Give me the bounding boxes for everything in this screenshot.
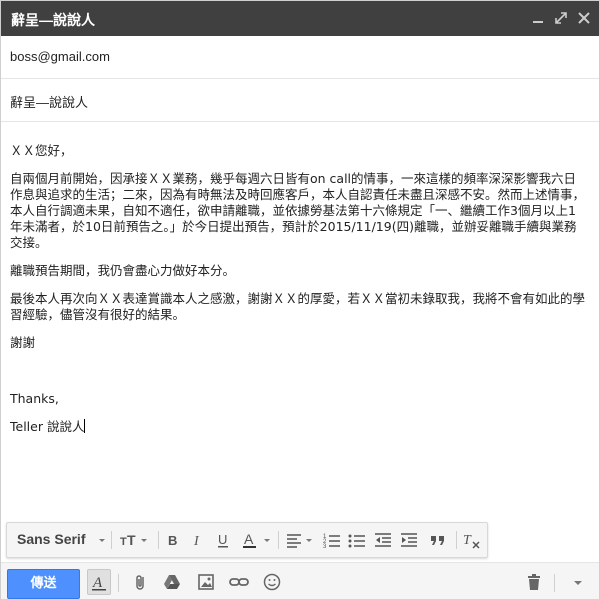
attach-icon[interactable]	[132, 573, 150, 591]
body-signature-line: Teller 說說人	[10, 419, 588, 435]
compose-title: 辭呈—說說人	[11, 12, 95, 28]
more-options-icon[interactable]	[569, 573, 587, 591]
text-cursor	[84, 419, 86, 433]
toolbar-divider	[554, 574, 555, 592]
toolbar-divider	[278, 531, 279, 549]
body-paragraph-2: 離職預告期間，我仍會盡心力做好本分。	[10, 263, 236, 278]
svg-text:B: B	[168, 533, 177, 548]
body-greeting: ＸＸ您好，	[10, 143, 73, 158]
svg-text:I: I	[193, 534, 200, 549]
photo-icon[interactable]	[197, 573, 215, 591]
toolbar-divider	[456, 531, 457, 549]
numbered-list-icon[interactable]: 123	[323, 531, 341, 550]
svg-text:T: T	[127, 532, 136, 548]
compose-titlebar[interactable]: 辭呈—說說人	[1, 1, 599, 36]
close-icon[interactable]	[575, 9, 593, 27]
drive-icon[interactable]	[163, 573, 181, 591]
bold-icon[interactable]: B	[165, 531, 181, 549]
align-icon[interactable]	[286, 531, 316, 549]
formatting-options-icon[interactable]: A	[87, 569, 111, 595]
send-button[interactable]: 傳送	[7, 569, 80, 599]
toolbar-divider	[118, 574, 119, 592]
emoji-icon[interactable]	[263, 573, 281, 591]
link-icon[interactable]	[229, 573, 249, 591]
toolbar-divider	[111, 531, 112, 549]
font-size-icon[interactable]: TT	[119, 531, 149, 549]
svg-text:3: 3	[323, 544, 327, 549]
minimize-icon[interactable]	[529, 9, 547, 27]
toolbar-divider	[158, 531, 159, 549]
body-paragraph-1: 自兩個月前開始，因承接ＸＸ業務，幾乎每週六日皆有on call的情事，一來這樣的…	[10, 171, 586, 250]
font-family-dropdown-icon[interactable]	[97, 531, 107, 549]
formatting-toolbar: Sans Serif TT B I U A 123 T	[6, 522, 488, 558]
remove-formatting-icon[interactable]: T	[462, 531, 482, 549]
compose-window: 辭呈—說說人 boss@gmail.com 辭呈—說說人 ＸＸ您好， 自兩個月前…	[0, 0, 600, 599]
trash-icon[interactable]	[525, 573, 543, 591]
bulleted-list-icon[interactable]	[348, 531, 366, 549]
indent-more-icon[interactable]	[400, 531, 418, 549]
subject-field[interactable]: 辭呈—說說人	[1, 79, 599, 122]
svg-text:A: A	[92, 575, 103, 591]
expand-icon[interactable]	[552, 9, 570, 27]
svg-text:U: U	[218, 532, 227, 547]
body-signature: Teller 說說人	[10, 419, 85, 434]
subject-text: 辭呈—說說人	[10, 95, 89, 110]
body-paragraph-4: 謝謝	[10, 335, 36, 350]
italic-icon[interactable]: I	[190, 531, 206, 549]
underline-icon[interactable]: U	[215, 531, 231, 549]
svg-text:T: T	[120, 536, 127, 548]
svg-text:T: T	[463, 533, 472, 548]
svg-text:A: A	[244, 531, 254, 547]
to-field[interactable]: boss@gmail.com	[1, 36, 599, 79]
text-color-icon[interactable]: A	[242, 531, 272, 549]
body-thanks: Thanks,	[10, 391, 59, 406]
indent-less-icon[interactable]	[374, 531, 392, 549]
body-paragraph-3: 最後本人再次向ＸＸ表達賞識本人之感激，謝謝ＸＸ的厚愛，若ＸＸ當初未錄取我，我將不…	[10, 291, 586, 322]
compose-action-bar: 傳送 A	[1, 562, 599, 599]
quote-icon[interactable]	[429, 531, 447, 549]
font-family-select[interactable]: Sans Serif	[17, 531, 85, 547]
to-recipient: boss@gmail.com	[10, 49, 110, 64]
message-body[interactable]: ＸＸ您好， 自兩個月前開始，因承接ＸＸ業務，幾乎每週六日皆有on call的情事…	[10, 143, 588, 435]
